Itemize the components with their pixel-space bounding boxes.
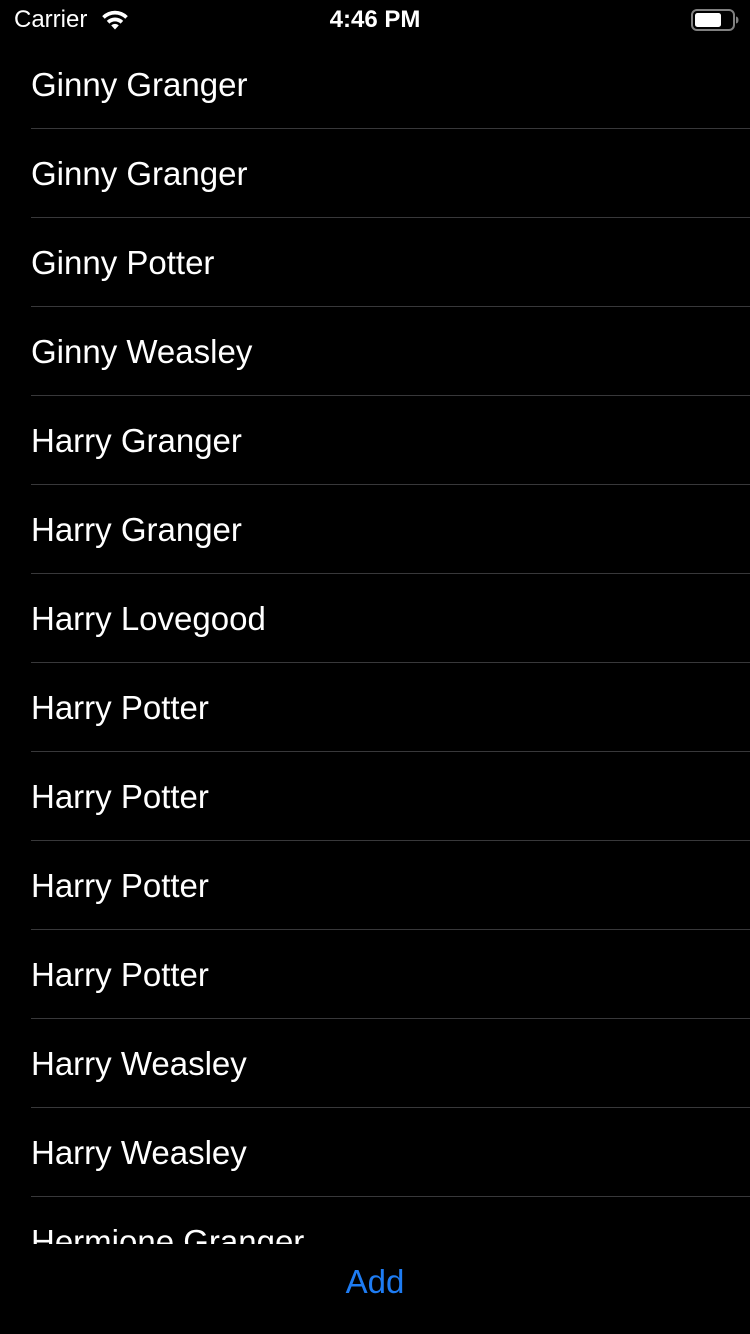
- list-item[interactable]: Ginny Granger: [0, 129, 750, 218]
- list-item[interactable]: Harry Potter: [0, 663, 750, 752]
- list-item-label: Harry Potter: [31, 778, 209, 815]
- list-item[interactable]: Ginny Potter: [0, 218, 750, 307]
- list-item-label: Harry Granger: [31, 511, 242, 548]
- add-button[interactable]: Add: [0, 1262, 750, 1302]
- list-item-label: Harry Potter: [31, 689, 209, 726]
- list-item[interactable]: Hermione Granger: [0, 1197, 750, 1244]
- list-item-label: Ginny Granger: [31, 155, 248, 192]
- list-item[interactable]: Harry Lovegood: [0, 574, 750, 663]
- status-bar: Carrier 4:46 PM: [0, 0, 750, 40]
- list-item-label: Harry Potter: [31, 956, 209, 993]
- list-item[interactable]: Harry Granger: [0, 396, 750, 485]
- list-item-label: Harry Lovegood: [31, 600, 266, 637]
- list-item-label: Ginny Granger: [31, 66, 248, 103]
- status-time: 4:46 PM: [329, 6, 421, 33]
- list-item[interactable]: Harry Weasley: [0, 1108, 750, 1197]
- battery-icon: [691, 9, 739, 31]
- list-item-label: Harry Weasley: [31, 1045, 247, 1082]
- list-item[interactable]: Harry Potter: [0, 841, 750, 930]
- list-item-label: Hermione Granger: [31, 1223, 305, 1244]
- list-item[interactable]: Harry Potter: [0, 752, 750, 841]
- list-item[interactable]: Harry Granger: [0, 485, 750, 574]
- name-list[interactable]: Ginny Granger Ginny Granger Ginny Potter Gi…: [0, 40, 750, 1244]
- list-item[interactable]: Ginny Granger: [0, 40, 750, 129]
- list-item-label: Ginny Potter: [31, 244, 215, 281]
- list-item[interactable]: Harry Potter: [0, 930, 750, 1019]
- list-item-label: Harry Granger: [31, 422, 242, 459]
- list-item[interactable]: Harry Weasley: [0, 1019, 750, 1108]
- list-item-label: Harry Potter: [31, 867, 209, 904]
- bottom-toolbar: Add: [0, 1244, 750, 1334]
- list-item[interactable]: Ginny Weasley: [0, 307, 750, 396]
- list-item-label: Ginny Weasley: [31, 333, 253, 370]
- list-item-label: Harry Weasley: [31, 1134, 247, 1171]
